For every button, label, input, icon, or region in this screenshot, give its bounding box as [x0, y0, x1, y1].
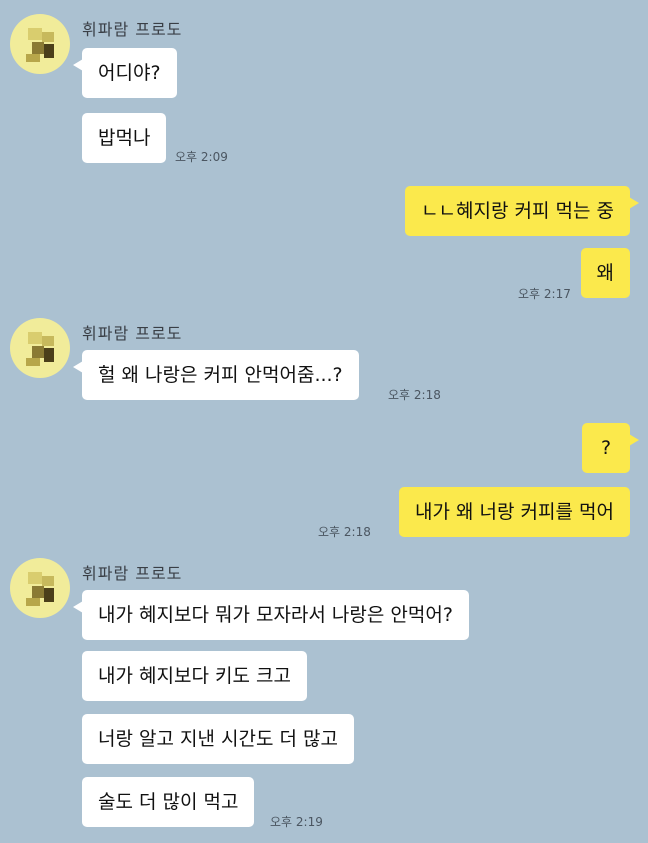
- outgoing-message-bubble[interactable]: 왜: [580, 248, 630, 298]
- sender-name: 휘파람 프로도: [82, 564, 183, 583]
- message-timestamp: 오후 2:18: [318, 525, 371, 539]
- message-text: 헐 왜 나랑은 커피 안먹어줌...?: [98, 364, 343, 386]
- message-text: 너랑 알고 지낸 시간도 더 많고: [98, 728, 338, 750]
- outgoing-message-bubble[interactable]: ㄴㄴ혜지랑 커피 먹는 중: [405, 186, 639, 236]
- message-bubble[interactable]: 너랑 알고 지낸 시간도 더 많고: [82, 714, 354, 764]
- message-timestamp: 오후 2:19: [270, 815, 323, 829]
- message-text: 내가 혜지보다 키도 크고: [98, 665, 291, 687]
- message-bubble[interactable]: 내가 혜지보다 뭐가 모자라서 나랑은 안먹어?: [73, 590, 469, 640]
- message-text: 술도 더 많이 먹고: [98, 791, 239, 813]
- message-text: 밥먹나: [98, 127, 151, 149]
- message-text: 어디야?: [98, 62, 161, 84]
- message-bubble[interactable]: 술도 더 많이 먹고: [82, 777, 255, 827]
- message-text: 내가 혜지보다 뭐가 모자라서 나랑은 안먹어?: [98, 604, 453, 626]
- message-text: 왜: [596, 262, 614, 284]
- message-bubble[interactable]: 어디야?: [73, 48, 177, 98]
- sender-avatar[interactable]: [10, 14, 70, 74]
- sender-name: 휘파람 프로도: [82, 324, 183, 343]
- message-timestamp: 오후 2:17: [518, 287, 571, 301]
- sender-avatar[interactable]: [10, 318, 70, 378]
- sender-avatar[interactable]: [10, 558, 70, 618]
- message-timestamp: 오후 2:09: [175, 150, 228, 164]
- message-text: ㄴㄴ혜지랑 커피 먹는 중: [421, 200, 614, 222]
- message-bubble[interactable]: 내가 혜지보다 키도 크고: [82, 651, 307, 701]
- message-bubble[interactable]: 헐 왜 나랑은 커피 안먹어줌...?: [73, 350, 359, 400]
- outgoing-message-bubble[interactable]: 내가 왜 너랑 커피를 먹어: [399, 487, 630, 537]
- outgoing-message-bubble[interactable]: ?: [582, 423, 639, 473]
- sender-name: 휘파람 프로도: [82, 20, 183, 39]
- message-text: 내가 왜 너랑 커피를 먹어: [415, 501, 614, 523]
- message-timestamp: 오후 2:18: [388, 388, 441, 402]
- message-bubble[interactable]: 밥먹나: [82, 113, 167, 163]
- message-text: ?: [600, 437, 612, 459]
